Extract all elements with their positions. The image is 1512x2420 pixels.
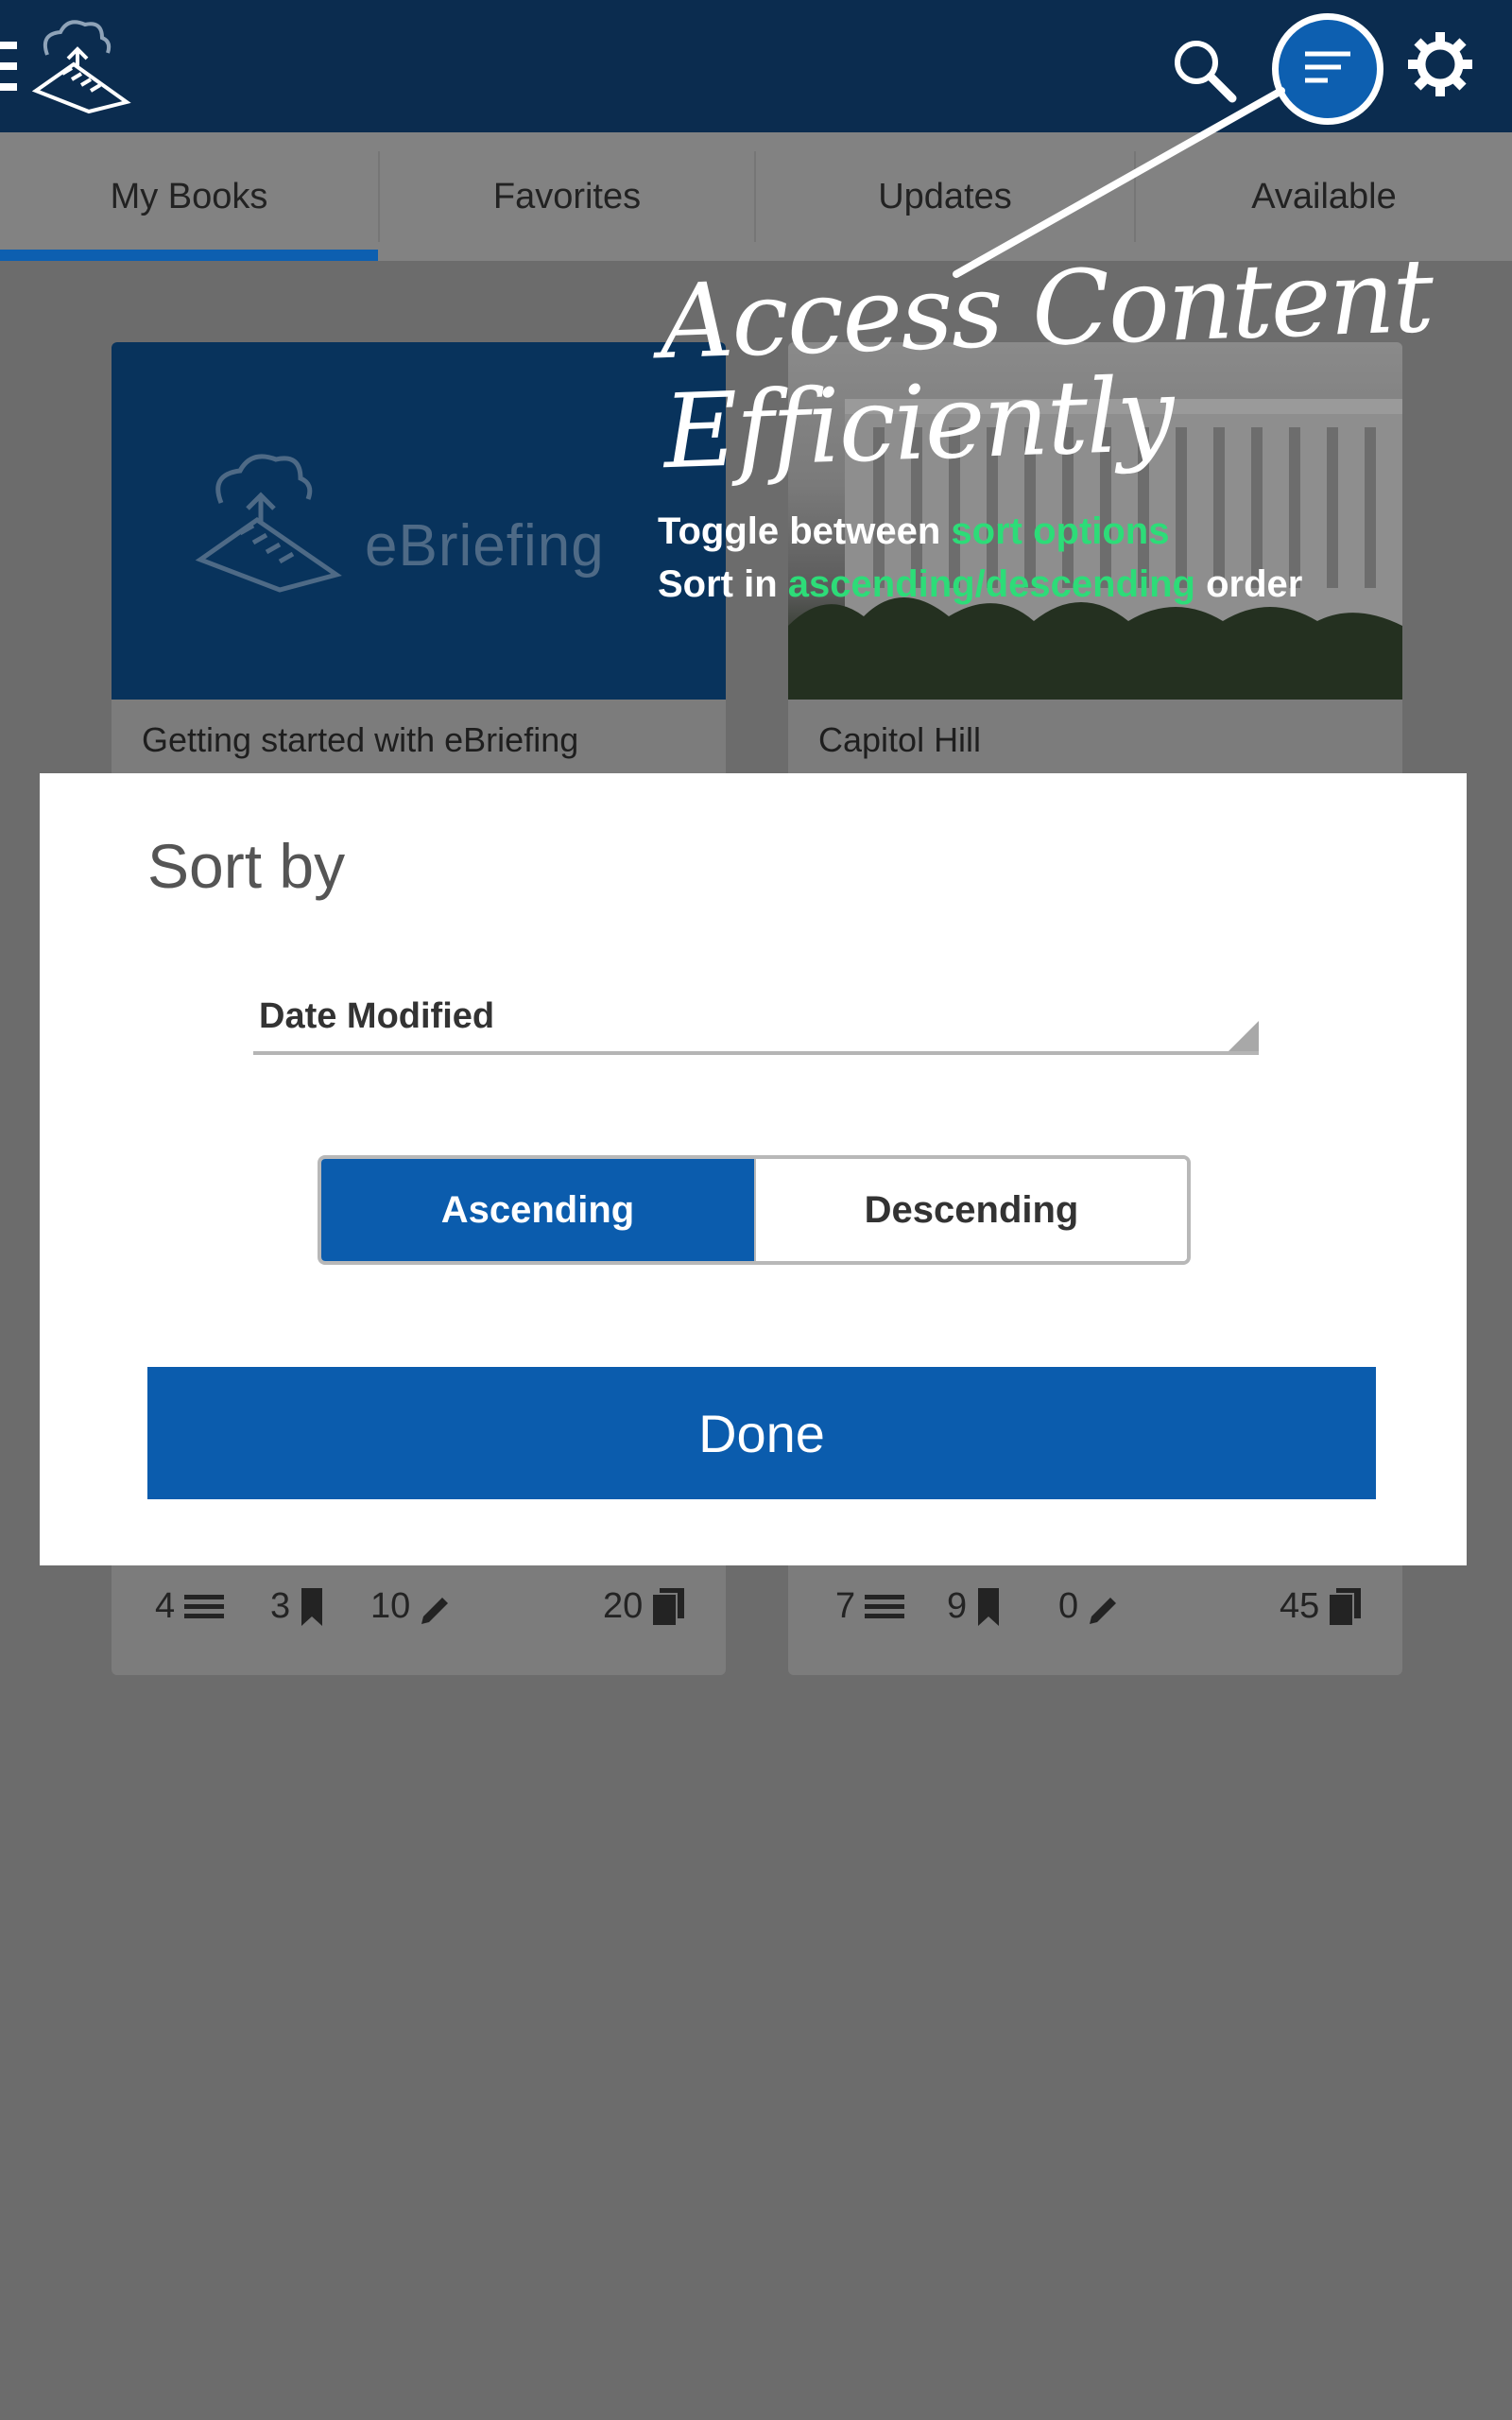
hint-1-text: Toggle between	[658, 510, 952, 552]
page-count-value: 45	[1280, 1586, 1320, 1626]
tab-favorites[interactable]: Favorites	[380, 132, 754, 261]
gear-icon[interactable]	[1406, 30, 1474, 98]
descending-button[interactable]: Descending	[754, 1159, 1187, 1261]
dropdown-arrow-icon	[1228, 1021, 1259, 1051]
chapter-count-value: 4	[155, 1586, 176, 1626]
hint-2-suffix: order	[1195, 563, 1303, 605]
page-count: 45	[1280, 1586, 1362, 1627]
hint-1-highlight: sort options	[951, 510, 1170, 552]
note-count-value: 0	[1058, 1586, 1079, 1626]
hint-2-text: Sort in	[658, 563, 788, 605]
bookmark-count-value: 3	[270, 1586, 291, 1626]
chapter-count: 7	[835, 1586, 905, 1627]
sort-order-toggle: Ascending Descending	[318, 1155, 1191, 1265]
bookmark-icon	[301, 1587, 323, 1626]
bookmark-icon	[978, 1587, 1000, 1626]
search-icon[interactable]	[1170, 36, 1238, 104]
sort-dialog: Sort by Date Modified Ascending Descendi…	[40, 773, 1467, 1565]
pages-icon	[1329, 1587, 1362, 1626]
menu-icon[interactable]	[0, 42, 21, 91]
hint-2-highlight: ascending/descending	[787, 563, 1195, 605]
chapter-count-value: 7	[835, 1586, 856, 1626]
tab-updates[interactable]: Updates	[756, 132, 1134, 261]
book-title: Capitol Hill	[818, 720, 982, 759]
book-title: Getting started with eBriefing	[142, 720, 579, 759]
bookmark-count: 3	[270, 1586, 324, 1627]
ascending-button[interactable]: Ascending	[321, 1159, 754, 1261]
note-count-value: 10	[370, 1586, 411, 1626]
cover-title: eBriefing	[365, 513, 605, 579]
sort-field-value: Date Modified	[259, 996, 495, 1036]
bookmark-count-value: 9	[947, 1586, 968, 1626]
sort-field-dropdown[interactable]: Date Modified	[253, 979, 1259, 1055]
book-cover: eBriefing	[112, 342, 726, 700]
book-stats: 4 3 10 20	[112, 1569, 726, 1673]
page-count: 20	[603, 1586, 685, 1627]
bookmark-count: 9	[947, 1586, 1001, 1627]
note-count: 10	[370, 1586, 454, 1627]
ebriefing-logo-icon	[195, 454, 342, 593]
book-stats: 7 9 0 45	[788, 1569, 1402, 1673]
app-logo-icon	[26, 17, 140, 115]
page-count-value: 20	[603, 1586, 644, 1626]
pages-icon	[652, 1587, 685, 1626]
tutorial-hint-1: Toggle between sort options	[658, 510, 1169, 553]
tab-my-books[interactable]: My Books	[0, 132, 378, 261]
headline-line-1: Access Content	[658, 236, 1435, 383]
chapter-count: 4	[155, 1586, 225, 1627]
list-icon	[865, 1594, 905, 1618]
note-count: 0	[1058, 1586, 1122, 1627]
done-button[interactable]: Done	[147, 1367, 1376, 1499]
tutorial-headline: Access Content Efficiently	[658, 236, 1437, 492]
list-icon	[184, 1594, 225, 1618]
pencil-icon	[1090, 1597, 1117, 1624]
selected-tab-indicator	[0, 250, 378, 261]
app-bar	[0, 0, 1512, 132]
sort-icon[interactable]	[1272, 13, 1383, 125]
tutorial-hint-2: Sort in ascending/descending order	[658, 563, 1302, 606]
dialog-title: Sort by	[147, 831, 346, 901]
pencil-icon	[421, 1597, 449, 1624]
